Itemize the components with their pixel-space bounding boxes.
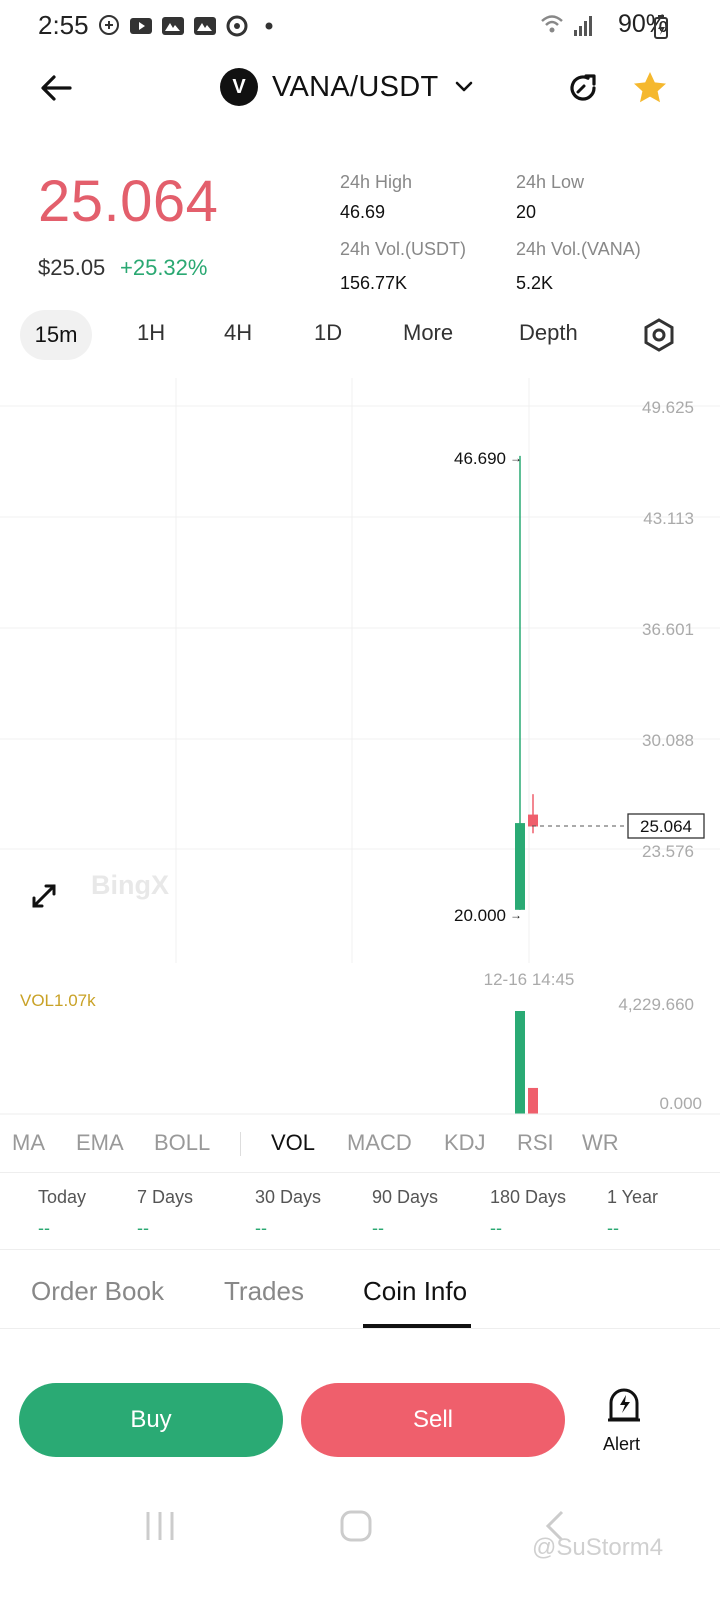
y-axis-label: 23.576 — [642, 842, 694, 861]
interval-tab-15m[interactable]: 15m — [20, 310, 92, 360]
vol-axis-top: 4,229.660 — [618, 995, 694, 1014]
chart-settings-icon[interactable] — [642, 318, 676, 352]
indicator-divider — [240, 1132, 241, 1156]
price-change: +25.32% — [120, 255, 208, 280]
divider — [0, 1172, 720, 1173]
status-notification-icons — [96, 14, 282, 38]
buy-button[interactable]: Buy — [19, 1383, 283, 1457]
alert-label: Alert — [603, 1434, 641, 1454]
stat-high-value: 46.69 — [340, 202, 386, 222]
low-arrow-icon: → — [510, 908, 522, 922]
interval-tab-1d[interactable]: 1D — [314, 320, 342, 346]
stat-low-label: 24h Low — [516, 172, 585, 192]
candle-body — [515, 823, 525, 910]
vol-axis-bottom: 0.000 — [659, 1094, 702, 1113]
home-icon[interactable] — [336, 1506, 376, 1546]
return-value-7d: -- — [137, 1218, 149, 1238]
high-price-label: 46.690 — [454, 449, 506, 468]
sell-button[interactable]: Sell — [301, 1383, 565, 1457]
recent-apps-icon[interactable] — [140, 1506, 180, 1546]
interval-tab-4h[interactable]: 4H — [224, 320, 252, 346]
indicator-tab-rsi[interactable]: RSI — [517, 1130, 554, 1156]
return-value-1y: -- — [607, 1218, 619, 1238]
pair-name: VANA/USDT — [272, 70, 439, 103]
back-arrow-icon[interactable] — [36, 68, 76, 108]
chrome-icon — [226, 15, 248, 37]
low-price-label: 20.000 — [454, 906, 506, 925]
vol-indicator-title: VOL1.07k — [20, 991, 96, 1010]
return-label-30d: 30 Days — [255, 1187, 322, 1207]
high-arrow-icon: → — [510, 451, 522, 465]
y-axis-label: 43.113 — [643, 509, 694, 528]
y-axis-label: 49.625 — [642, 398, 694, 417]
interval-tab-depth[interactable]: Depth — [519, 320, 578, 346]
stat-vol-vana-label: 24h Vol.(VANA) — [516, 239, 641, 259]
chevron-down-icon — [455, 81, 472, 92]
price-usd: $25.05 — [38, 255, 106, 280]
candlestick-chart[interactable]: 49.625 43.113 36.601 30.088 23.576 BingX… — [0, 378, 720, 1118]
stat-high-label: 24h High — [340, 172, 413, 192]
app-mountain-icon — [162, 17, 184, 35]
tab-order-book[interactable]: Order Book — [31, 1276, 164, 1307]
return-label-7d: 7 Days — [137, 1187, 194, 1207]
pair-selector[interactable]: V VANA/USDT — [220, 68, 475, 106]
return-label-today: Today — [38, 1187, 87, 1207]
interval-tab-more[interactable]: More — [403, 320, 453, 346]
indicator-tab-ema[interactable]: EMA — [76, 1130, 124, 1156]
candles-group — [515, 455, 538, 910]
indicator-tab-wr[interactable]: WR — [582, 1130, 619, 1156]
volume-bar — [528, 1087, 538, 1114]
volume-bar — [515, 1011, 525, 1114]
return-value-90d: -- — [372, 1218, 384, 1238]
y-axis-label: 30.088 — [642, 731, 694, 750]
dot-icon — [265, 22, 273, 30]
return-value-today: -- — [38, 1218, 50, 1238]
battery-icon — [654, 15, 668, 39]
indicator-tab-boll[interactable]: BOLL — [154, 1130, 210, 1156]
return-value-30d: -- — [255, 1218, 267, 1238]
y-axis-label: 36.601 — [642, 620, 694, 639]
return-value-180d: -- — [490, 1218, 502, 1238]
stat-vol-vana-value: 5.2K — [516, 273, 554, 293]
favorite-star-icon[interactable] — [630, 68, 670, 108]
divider — [0, 1249, 720, 1250]
stat-vol-usdt-label: 24h Vol.(USDT) — [340, 239, 467, 259]
share-icon[interactable] — [564, 68, 604, 108]
volume-bars-group — [515, 1011, 538, 1114]
status-time: 2:55 — [38, 10, 89, 40]
stat-vol-usdt-value: 156.77K — [340, 273, 408, 293]
user-watermark: @SuStorm4 — [532, 1534, 664, 1561]
last-price: 25.064 — [38, 169, 219, 234]
indicator-tab-vol[interactable]: VOL — [271, 1130, 315, 1156]
bingx-watermark: BingX — [91, 870, 169, 900]
interval-tab-1h[interactable]: 1H — [137, 320, 165, 346]
candle-body — [528, 814, 538, 827]
stat-low-value: 20 — [516, 202, 537, 222]
tab-trades[interactable]: Trades — [224, 1276, 304, 1307]
indicator-tab-ma[interactable]: MA — [12, 1130, 45, 1156]
divider — [0, 1328, 720, 1329]
return-label-1y: 1 Year — [607, 1187, 659, 1207]
youtube-icon — [130, 18, 152, 34]
return-label-180d: 180 Days — [490, 1187, 567, 1207]
fullscreen-expand-icon[interactable] — [30, 882, 58, 910]
chat-icon — [99, 15, 119, 35]
app-mountain-icon — [194, 17, 216, 35]
vana-logo: V — [220, 68, 258, 106]
return-label-90d: 90 Days — [372, 1187, 439, 1207]
alert-bell-icon[interactable] — [606, 1385, 642, 1425]
wifi-signal-icon — [541, 15, 592, 36]
indicator-tab-macd[interactable]: MACD — [347, 1130, 412, 1156]
current-price-tag-label: 25.064 — [640, 817, 692, 836]
tab-coin-info[interactable]: Coin Info — [363, 1276, 467, 1307]
time-axis-label: 12-16 14:45 — [484, 970, 575, 989]
indicator-tab-kdj[interactable]: KDJ — [444, 1130, 486, 1156]
